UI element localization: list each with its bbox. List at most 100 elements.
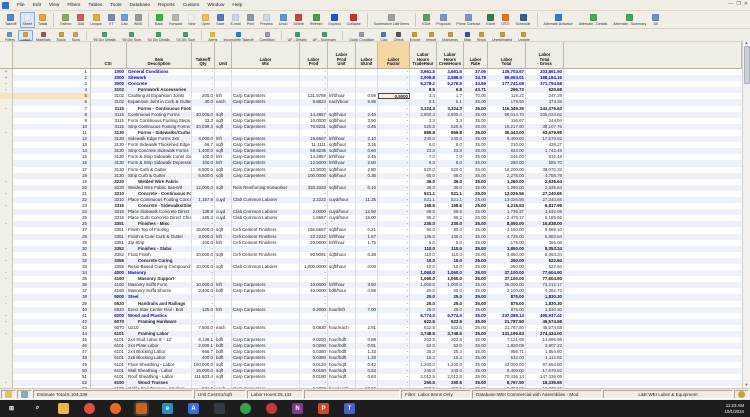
toolbar-button-refresh[interactable]: Refresh [307,12,326,28]
menu-item-tables[interactable]: Tables [84,3,106,8]
toolbar-button-04-div-details[interactable]: '04 Div Details [144,30,173,41]
column-header-perunit[interactable]: Labor $/Unit [356,42,378,68]
toolbar-button-proposal[interactable]: Proposal [433,12,453,28]
toolbar-button-mappings[interactable]: Mappings [439,30,461,41]
toolbar-button-95-div-sum[interactable]: '95 Div Sum [119,30,144,41]
vertical-scrollbar[interactable]: ▲ ▼ [742,40,750,388]
toolbar-button-uf-details[interactable]: UF - Details [285,30,310,41]
column-header-csi[interactable]: CSI [91,42,127,68]
toolbar-button-materials[interactable]: Materials [33,30,54,41]
toolbar-button-save[interactable]: Save [213,12,227,28]
chrome-icon[interactable] [84,403,95,414]
toolbar-button-undo[interactable]: Undo [276,12,291,28]
toolbar-button-labor[interactable]: Labor [17,30,33,41]
menu-item-window[interactable]: Window [203,3,228,8]
toolbar-button-print[interactable]: Print [244,12,257,28]
menu-item-edit[interactable]: Edit [29,3,45,8]
toolbar-button-open[interactable]: Open [199,12,214,28]
toolbar-button-import[interactable]: Import [423,30,439,41]
column-header-unit[interactable]: Unit [215,42,232,68]
toolbar-button-show[interactable]: Show [474,30,489,41]
toolbar-button-condition[interactable]: Condition [256,30,277,41]
toolbar-button-calc[interactable]: Calc [377,30,390,41]
toolbar-button-expand[interactable]: Expand [325,12,343,28]
toolbar-button-preview[interactable]: Preview [257,12,276,28]
firefox-icon[interactable] [110,403,121,414]
toolbar-button-95-div-details[interactable]: '95 Div Details [90,30,119,41]
toolbar-button-incomplete-takeoff[interactable]: Incomplete Takeoff [220,30,256,41]
toolbar-button-unique[interactable]: Unique [87,12,104,28]
minimize-icon[interactable]: — [728,1,733,7]
toolbar-button-summarize-like-items[interactable]: Summarize Like Items [371,12,413,28]
toolbar-button-quick-condition[interactable]: Quick Condition [346,30,377,41]
column-header-qty[interactable]: Takeoff Qty [192,42,215,68]
menu-item-filters[interactable]: Filters [63,3,84,8]
toolbar-button-totals[interactable]: Totals [35,12,50,28]
scrollbar-thumb[interactable] [743,46,750,84]
toolbar-button-unestimated[interactable]: Unestimated [489,30,515,41]
close-icon[interactable]: ✕ [744,1,748,7]
toolbar-button-map[interactable]: Map [461,30,474,41]
toolbar-button-osti[interactable]: OSTI [498,12,512,28]
column-header-trade[interactable]: Labor Hours TradeHour [410,42,437,68]
toolbar-button-04-div-sum[interactable]: '04 Div Sum [173,30,198,41]
toolbar-button-check[interactable]: Check [391,30,407,41]
menu-item-custom[interactable]: Custom [179,3,204,8]
app-green-icon[interactable] [240,403,251,414]
toolbar-button-filters[interactable]: Filters [2,30,18,41]
start-button[interactable]: ⊞ [6,403,17,414]
toolbar-button-add[interactable]: Add [74,12,87,28]
toolbar-button-calc[interactable]: Calc [118,12,131,28]
toolbar-button-takeoff[interactable]: Takeoff [2,12,20,28]
column-header-fill[interactable] [564,42,742,68]
teams-icon[interactable]: T [344,403,355,414]
column-header-prod[interactable]: Labor Prod [300,42,328,68]
toolbar-button-export[interactable]: Export [407,30,423,41]
toolbar-button-alternate-details[interactable]: Alternate - Details [576,12,611,28]
app-dark-icon[interactable] [214,403,225,414]
estimating-app-icon[interactable] [136,403,147,414]
toolbar-button-alternate-activator[interactable]: Alternate Activator [541,12,576,28]
toolbar-button-alt[interactable]: Alt [649,12,662,28]
column-header-produnit[interactable]: Labor Prod Unit [328,42,356,68]
toolbar-button-wbs[interactable]: WBS [131,12,145,28]
toolbar-button-subs[interactable]: Subs [69,30,83,41]
taskbar-clock[interactable]: 11:23 AM 10/1/2024 [724,403,744,414]
edge-icon[interactable]: e [162,403,173,414]
toolbar-button-vt[interactable]: VT [105,12,118,28]
powerpoint-icon[interactable]: P [318,403,329,414]
column-header-desc[interactable]: Item Description [127,42,192,68]
toolbar-button-edm[interactable]: EDM [419,12,433,28]
column-header-total[interactable]: Labor Total [488,42,526,68]
toolbar-button-update[interactable]: Update [515,30,533,41]
toolbar-button-estinfo[interactable]: Estinfo [57,12,74,28]
menu-item-view[interactable]: View [45,3,63,8]
column-header-factor[interactable]: Labor Factor [378,42,410,68]
column-header-rate[interactable]: Labor Rate [464,42,488,68]
toolbar-button-sheet[interactable]: Sheet [19,12,35,28]
toolbar-button-new[interactable]: New [185,12,198,28]
column-header-mix[interactable]: Labor Mix [232,42,300,68]
menu-item-tools[interactable]: Tools [106,3,125,8]
toolbar-button-e-mail[interactable]: E-mail [228,12,244,28]
menu-item-reports[interactable]: Reports [154,3,179,8]
menu-item-database[interactable]: Database [125,3,154,8]
toolbar-button-equip[interactable]: Equip [54,30,69,41]
menu-item-file[interactable]: File [13,3,29,8]
search-icon[interactable]: ⌕ [32,403,43,414]
toolbar-button-delete[interactable]: Delete [290,12,306,28]
column-header-gross[interactable]: Labor Total - Gross [526,42,564,68]
toolbar-button-prime-contract[interactable]: Prime Contract [453,12,483,28]
onenote-icon[interactable]: N [292,403,303,414]
file-explorer-icon[interactable] [58,403,69,414]
column-header-marker[interactable] [0,42,13,68]
column-header-num[interactable] [13,42,91,68]
toolbar-button-excel[interactable]: Excel [483,12,498,28]
toolbar-button-collapse[interactable]: Collapse [344,12,364,28]
menu-item-help[interactable]: Help [228,3,246,8]
toolbar-button-back[interactable]: Back [152,12,166,28]
restore-icon[interactable]: ❐ [736,1,740,7]
app-red-icon[interactable] [266,403,277,414]
toolbar-button-alerts[interactable]: Alerts [205,30,220,41]
toolbar-button-alternate-summary[interactable]: Alternate - Summary [610,12,649,28]
